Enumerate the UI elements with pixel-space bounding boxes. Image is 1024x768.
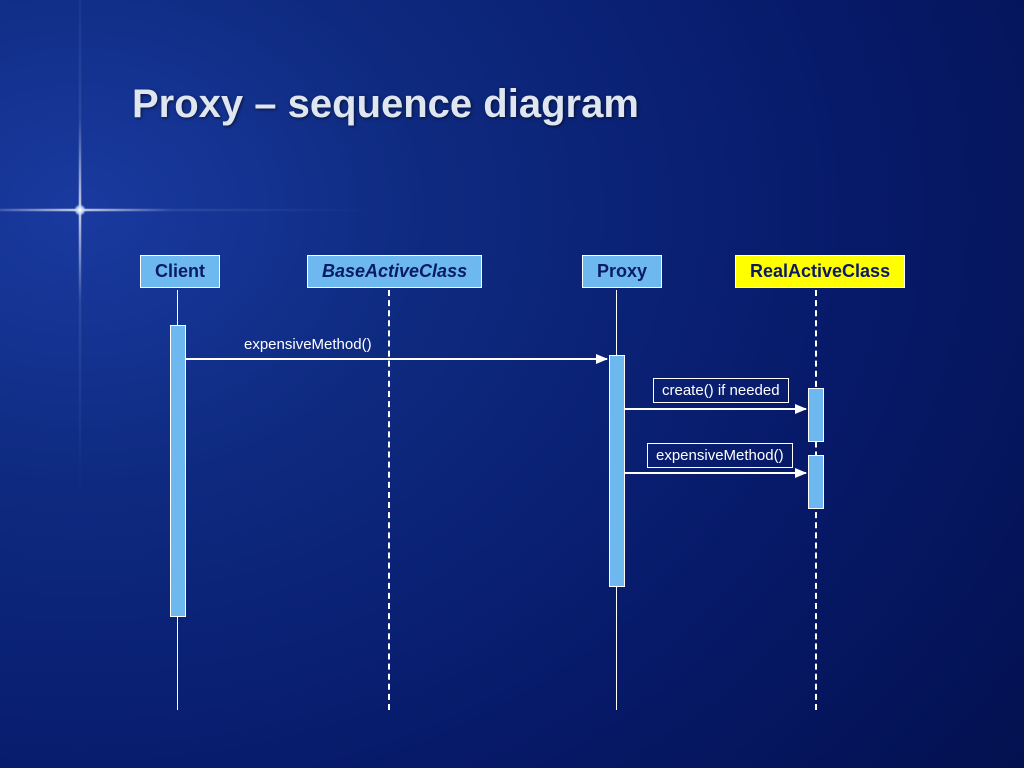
message-label-3: expensiveMethod() [647,443,793,468]
lifeline-base [388,290,390,710]
arrow-proxy-real-expensive [625,472,806,474]
participant-proxy: Proxy [582,255,662,288]
participant-realactiveclass: RealActiveClass [735,255,905,288]
activation-client [170,325,186,617]
activation-real-2 [808,455,824,509]
message-label-2: create() if needed [653,378,789,403]
participant-client: Client [140,255,220,288]
participant-baseactiveclass: BaseActiveClass [307,255,482,288]
activation-proxy [609,355,625,587]
sequence-diagram: Client BaseActiveClass Proxy RealActiveC… [0,0,1024,768]
arrow-client-proxy [186,358,607,360]
activation-real-1 [808,388,824,442]
slide: Proxy – sequence diagram Client BaseActi… [0,0,1024,768]
arrow-proxy-real-create [625,408,806,410]
message-label-1: expensiveMethod() [240,336,376,353]
